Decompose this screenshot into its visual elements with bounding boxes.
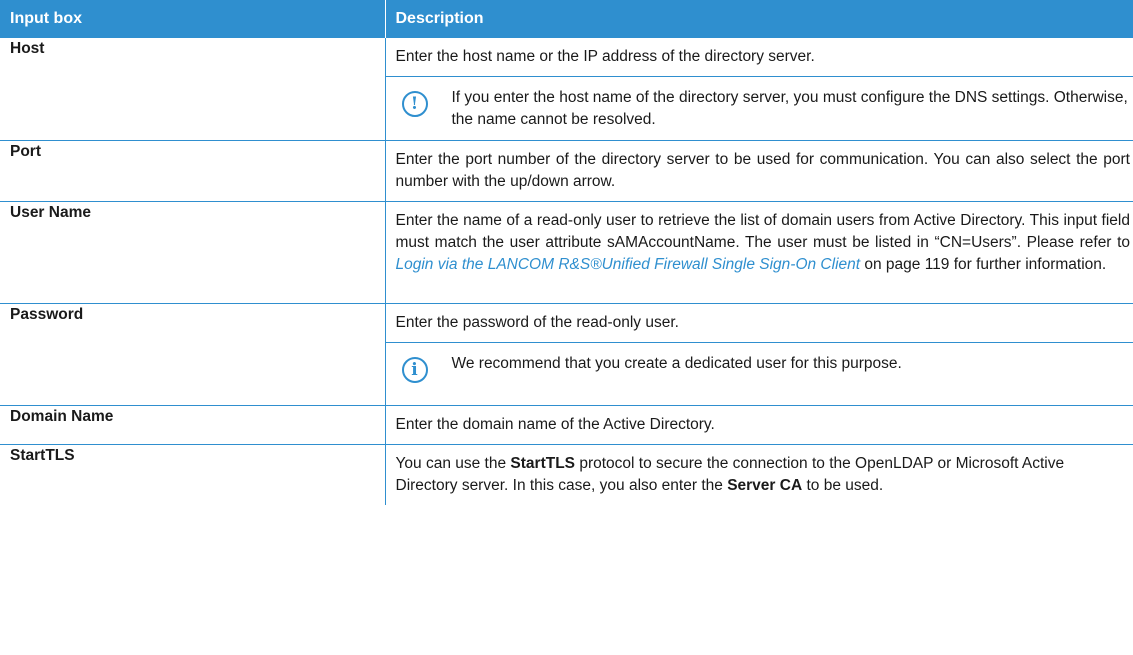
- host-warning-note: ! If you enter the host name of the dire…: [385, 76, 1133, 137]
- table-row: Host Enter the host name or the IP addre…: [0, 37, 1133, 141]
- row-desc-host: Enter the host name or the IP address of…: [384, 37, 1133, 141]
- exclamation-circle-icon: !: [401, 91, 428, 117]
- row-name-starttls: StartTLS: [0, 444, 385, 505]
- starttls-bold-protocol: StartTLS: [510, 455, 576, 472]
- table-row: User Name Enter the name of a read-only …: [0, 201, 1133, 304]
- starttls-description: You can use the StartTLS protocol to sec…: [396, 453, 1131, 497]
- password-description: Enter the password of the read-only user…: [395, 314, 679, 331]
- parameter-table: Input box Description Host Enter the hos…: [0, 0, 1133, 505]
- row-name-user: User Name: [0, 201, 385, 304]
- starttls-bold-server-ca: Server CA: [727, 477, 803, 494]
- table-row: Port Enter the port number of the direct…: [0, 140, 1133, 202]
- user-desc-pre: Enter the name of a read-only user to re…: [395, 212, 1131, 251]
- port-description: Enter the port number of the directory s…: [395, 151, 1131, 190]
- header-input-box: Input box: [0, 0, 385, 38]
- sso-client-link[interactable]: Login via the LANCOM R&S®Unified Firewal…: [396, 256, 861, 273]
- starttls-text-3: to be used.: [802, 477, 884, 494]
- table-row: Password Enter the password of the read-…: [0, 303, 1133, 406]
- info-circle-icon: i: [401, 357, 428, 383]
- row-desc-password: Enter the password of the read-only user…: [384, 303, 1133, 406]
- table-row: StartTLS You can use the StartTLS protoc…: [0, 444, 1133, 505]
- row-desc-port: Enter the port number of the directory s…: [384, 140, 1133, 202]
- password-info-note: i We recommend that you create a dedicat…: [385, 342, 1133, 389]
- user-desc-post: on page 119 for further information.: [860, 256, 1107, 273]
- table-row: Domain Name Enter the domain name of the…: [0, 405, 1133, 445]
- document-page: Input box Description Host Enter the hos…: [0, 0, 1133, 655]
- row-desc-starttls: You can use the StartTLS protocol to sec…: [384, 444, 1133, 505]
- starttls-text-1: You can use the: [395, 455, 511, 472]
- row-name-password: Password: [0, 303, 385, 406]
- host-description: Enter the host name or the IP address of…: [395, 48, 815, 65]
- row-desc-domain: Enter the domain name of the Active Dire…: [384, 405, 1133, 445]
- row-name-port: Port: [0, 140, 385, 202]
- row-name-host: Host: [0, 37, 385, 141]
- user-description: Enter the name of a read-only user to re…: [396, 210, 1131, 276]
- row-name-domain: Domain Name: [0, 405, 385, 445]
- domain-description: Enter the domain name of the Active Dire…: [395, 416, 715, 433]
- host-note-text: If you enter the host name of the direct…: [451, 89, 1128, 128]
- password-note-text: We recommend that you create a dedicated…: [451, 355, 902, 372]
- header-description: Description: [384, 0, 1133, 38]
- row-desc-user: Enter the name of a read-only user to re…: [384, 201, 1133, 304]
- table-header-row: Input box Description: [0, 0, 1133, 38]
